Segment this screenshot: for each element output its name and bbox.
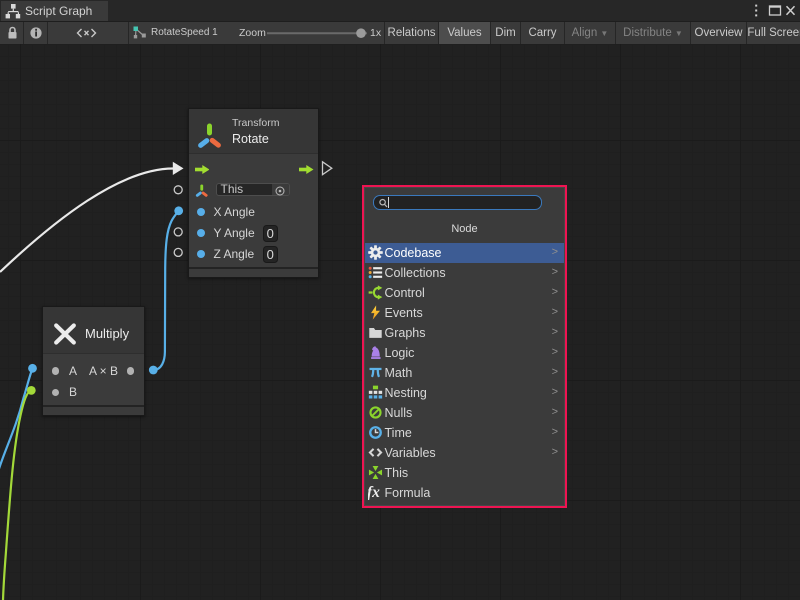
svg-text:fx: fx (368, 485, 380, 500)
